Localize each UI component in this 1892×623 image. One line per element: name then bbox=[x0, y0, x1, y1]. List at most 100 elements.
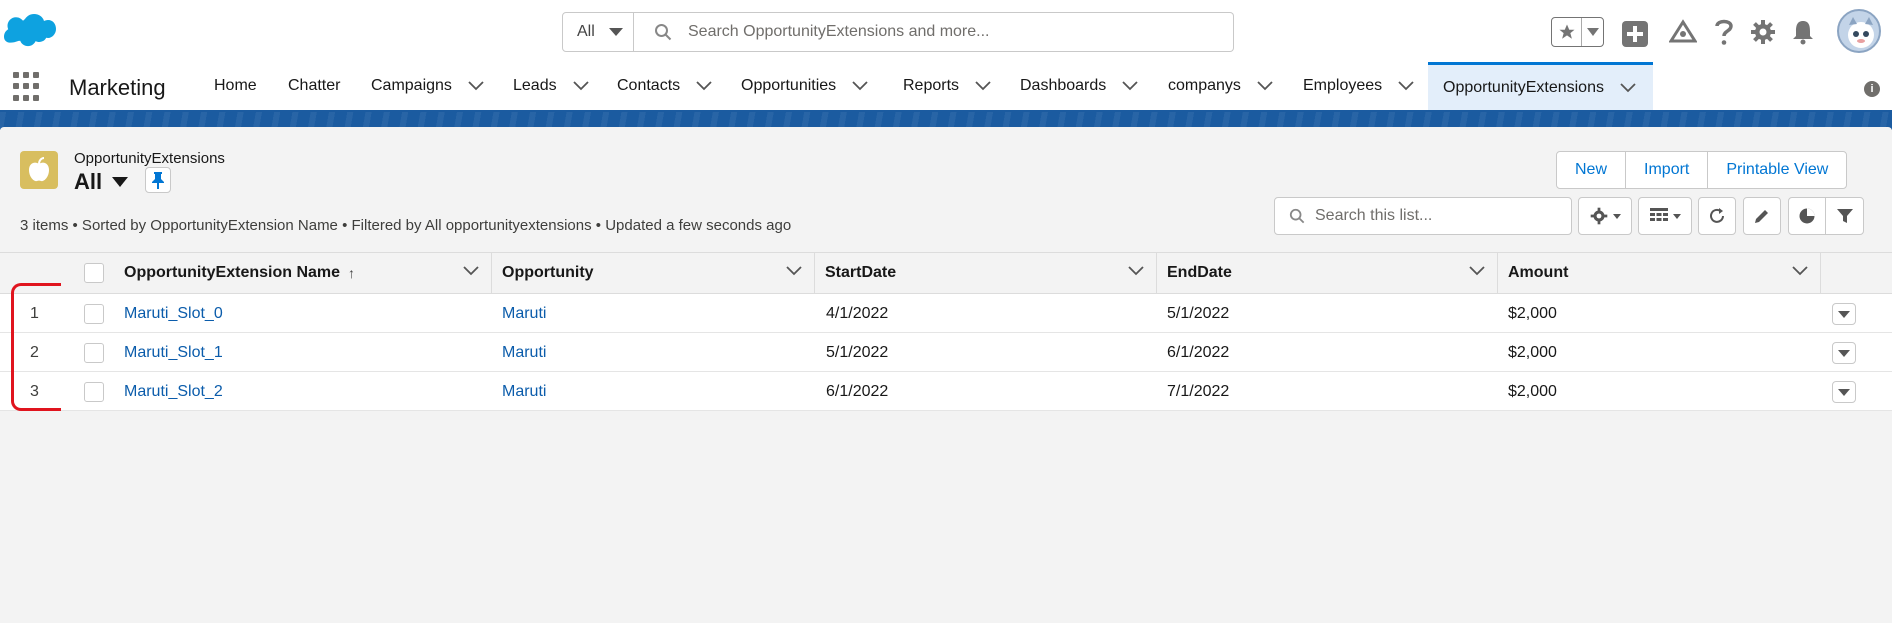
column-header-label: Opportunity bbox=[502, 264, 594, 281]
global-search-field[interactable] bbox=[634, 12, 1234, 52]
chevron-down-icon[interactable] bbox=[1398, 81, 1414, 91]
column-header-enddate[interactable]: EndDate bbox=[1157, 253, 1498, 293]
waffle-dot bbox=[13, 83, 19, 90]
star-icon bbox=[1559, 24, 1574, 39]
waffle-dot bbox=[13, 72, 19, 78]
salesforce-logo[interactable] bbox=[4, 13, 56, 49]
import-button[interactable]: Import bbox=[1626, 152, 1709, 188]
setup-button[interactable] bbox=[1748, 17, 1778, 47]
record-name-link[interactable]: Maruti_Slot_1 bbox=[124, 333, 223, 372]
bell-icon bbox=[1793, 21, 1813, 45]
trailhead-icon bbox=[1669, 19, 1697, 43]
chevron-down-icon[interactable] bbox=[1620, 82, 1636, 93]
global-actions-button[interactable] bbox=[1622, 21, 1648, 47]
chevron-down-icon[interactable] bbox=[696, 81, 712, 91]
record-name-link[interactable]: Maruti_Slot_2 bbox=[124, 372, 223, 411]
list-search-input[interactable] bbox=[1315, 207, 1555, 225]
search-scope-select[interactable]: All bbox=[562, 12, 634, 52]
table-row: 2 Maruti_Slot_1 Maruti 5/1/2022 6/1/2022… bbox=[0, 333, 1892, 372]
nav-tab-employees[interactable]: Employees bbox=[1303, 62, 1414, 110]
trailhead-button[interactable] bbox=[1668, 17, 1698, 47]
chevron-down-icon[interactable] bbox=[468, 81, 484, 91]
app-navigation-bar: Marketing Home Chatter Campaigns Leads C… bbox=[0, 62, 1892, 112]
plus-icon bbox=[1627, 26, 1643, 42]
favorites-menu-button[interactable] bbox=[1582, 28, 1603, 36]
nav-tab-chatter[interactable]: Chatter bbox=[288, 62, 340, 110]
list-search-field[interactable] bbox=[1274, 197, 1572, 235]
charts-button[interactable] bbox=[1789, 198, 1827, 234]
waffle-dot bbox=[23, 94, 29, 101]
chevron-down-icon[interactable] bbox=[786, 266, 802, 276]
nav-tab-label: Opportunities bbox=[741, 77, 837, 94]
list-view-controls-button[interactable] bbox=[1578, 197, 1632, 235]
waffle-dot bbox=[23, 72, 29, 78]
search-scope-label: All bbox=[577, 23, 595, 40]
nav-tab-home[interactable]: Home bbox=[214, 62, 257, 110]
chevron-down-icon[interactable] bbox=[1469, 266, 1485, 276]
nav-tab-leads[interactable]: Leads bbox=[513, 62, 589, 110]
row-actions-button[interactable] bbox=[1832, 342, 1856, 364]
column-header-amount[interactable]: Amount bbox=[1498, 253, 1821, 293]
chevron-down-icon[interactable] bbox=[852, 81, 868, 91]
chevron-down-icon[interactable] bbox=[463, 266, 479, 276]
column-header-startdate[interactable]: StartDate bbox=[815, 253, 1157, 293]
list-view-name: All bbox=[74, 169, 103, 194]
row-checkbox[interactable] bbox=[84, 342, 104, 363]
search-icon bbox=[655, 24, 672, 41]
end-date-cell: 5/1/2022 bbox=[1167, 304, 1230, 322]
nav-tab-dashboards[interactable]: Dashboards bbox=[1020, 62, 1138, 110]
nav-tab-opportunityextensions[interactable]: OpportunityExtensions bbox=[1428, 62, 1653, 110]
global-header: All bbox=[0, 0, 1892, 62]
chevron-down-icon[interactable] bbox=[1257, 81, 1273, 91]
select-all-checkbox[interactable] bbox=[84, 263, 104, 283]
column-header-name[interactable]: OpportunityExtension Name ↑ bbox=[114, 253, 492, 293]
question-icon bbox=[1715, 19, 1733, 45]
filter-icon bbox=[1836, 209, 1853, 223]
opportunity-link[interactable]: Maruti bbox=[502, 372, 546, 411]
favorites-button[interactable] bbox=[1552, 18, 1582, 46]
app-launcher-button[interactable] bbox=[13, 72, 43, 102]
nav-tab-label: Employees bbox=[1303, 77, 1383, 94]
opportunity-link[interactable]: Maruti bbox=[502, 294, 546, 333]
info-icon[interactable]: i bbox=[1864, 81, 1880, 97]
chevron-down-icon[interactable] bbox=[572, 81, 589, 91]
row-checkbox[interactable] bbox=[84, 381, 104, 402]
nav-tab-opportunities[interactable]: Opportunities bbox=[741, 62, 868, 110]
row-select-cell bbox=[84, 372, 104, 411]
caret-down-icon bbox=[1838, 388, 1850, 396]
global-search-input[interactable] bbox=[688, 23, 1188, 41]
help-button[interactable] bbox=[1709, 17, 1739, 47]
chevron-down-icon[interactable] bbox=[1122, 81, 1138, 91]
filters-button[interactable] bbox=[1826, 207, 1863, 225]
display-as-button[interactable] bbox=[1638, 197, 1692, 235]
user-avatar[interactable] bbox=[1837, 9, 1881, 53]
list-view-card: OpportunityExtensions All 3 items • Sort… bbox=[0, 127, 1892, 623]
pin-list-view-button[interactable] bbox=[145, 167, 171, 193]
list-view-selector[interactable]: All bbox=[74, 169, 129, 195]
nav-tab-label: Contacts bbox=[617, 77, 681, 94]
chevron-down-icon[interactable] bbox=[1128, 266, 1144, 276]
new-button[interactable]: New bbox=[1557, 152, 1627, 188]
nav-tab-contacts[interactable]: Contacts bbox=[617, 62, 712, 110]
nav-tab-companys[interactable]: companys bbox=[1168, 62, 1273, 110]
row-actions-button[interactable] bbox=[1832, 381, 1856, 403]
column-header-opportunity[interactable]: Opportunity bbox=[492, 253, 815, 293]
chevron-down-icon[interactable] bbox=[1792, 266, 1808, 276]
opportunity-link[interactable]: Maruti bbox=[502, 333, 546, 372]
row-actions-button[interactable] bbox=[1832, 303, 1856, 325]
nav-tab-campaigns[interactable]: Campaigns bbox=[371, 62, 484, 110]
refresh-button[interactable] bbox=[1698, 197, 1736, 235]
inline-edit-button[interactable] bbox=[1743, 197, 1781, 235]
waffle-dot bbox=[33, 72, 39, 78]
row-checkbox[interactable] bbox=[84, 303, 104, 324]
caret-down-icon bbox=[1612, 213, 1621, 219]
nav-tab-reports[interactable]: Reports bbox=[903, 62, 991, 110]
chevron-down-icon[interactable] bbox=[975, 81, 991, 91]
printable-view-button[interactable]: Printable View bbox=[1708, 152, 1847, 188]
record-name-link[interactable]: Maruti_Slot_0 bbox=[124, 294, 223, 333]
notifications-button[interactable] bbox=[1788, 17, 1818, 47]
start-date-cell: 6/1/2022 bbox=[826, 382, 889, 400]
gear-icon bbox=[1590, 207, 1607, 225]
nav-tab-label: OpportunityExtensions bbox=[1443, 78, 1604, 96]
list-actions: New Import Printable View bbox=[1556, 151, 1848, 189]
